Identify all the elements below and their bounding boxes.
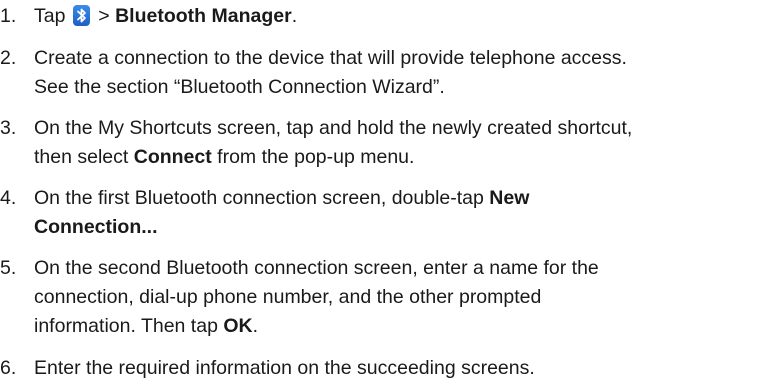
step-line: Connection... [34, 213, 782, 242]
step-line: Create a connection to the device that w… [34, 47, 627, 69]
step-line: On the first Bluetooth connection screen… [34, 184, 782, 213]
bold-term: Bluetooth Manager [115, 5, 292, 27]
step-line: Tap > Bluetooth Manager. [34, 2, 782, 31]
step-text: On the second Bluetooth connection scree… [34, 254, 782, 341]
step-text: Tap > Bluetooth Manager. [34, 2, 782, 31]
step-text: Create a connection to the device that w… [34, 44, 782, 102]
bold-term: Connection... [34, 216, 158, 238]
bold-term: OK [223, 315, 253, 337]
step-text: Enter the required information on the su… [34, 354, 782, 383]
step-line: On the My Shortcuts screen, tap and hold… [34, 117, 633, 139]
text-fragment: > [92, 5, 116, 27]
step-text: On the first Bluetooth connection screen… [34, 184, 782, 242]
text-fragment: from the pop-up menu. [211, 146, 415, 168]
text-fragment: On the first Bluetooth connection screen… [34, 187, 490, 209]
step-line: then select Connect from the pop-up menu… [34, 143, 782, 172]
bold-term: Connect [133, 146, 212, 168]
bluetooth-icon [72, 5, 90, 26]
text-fragment: information. Then tap [34, 315, 224, 337]
step-line: On the second Bluetooth connection scree… [34, 257, 599, 279]
step-line: connection, dial-up phone number, and th… [34, 286, 542, 308]
text-fragment: Tap [34, 5, 71, 27]
text-fragment: . [291, 5, 298, 27]
text-fragment: . [252, 315, 259, 337]
step-line: information. Then tap OK. [34, 312, 782, 341]
bold-term: New [489, 187, 530, 209]
step-line: See the section “Bluetooth Connection Wi… [34, 76, 445, 98]
step-line: Enter the required information on the su… [34, 357, 535, 379]
text-fragment: then select [34, 146, 134, 168]
step-text: On the My Shortcuts screen, tap and hold… [34, 114, 782, 172]
